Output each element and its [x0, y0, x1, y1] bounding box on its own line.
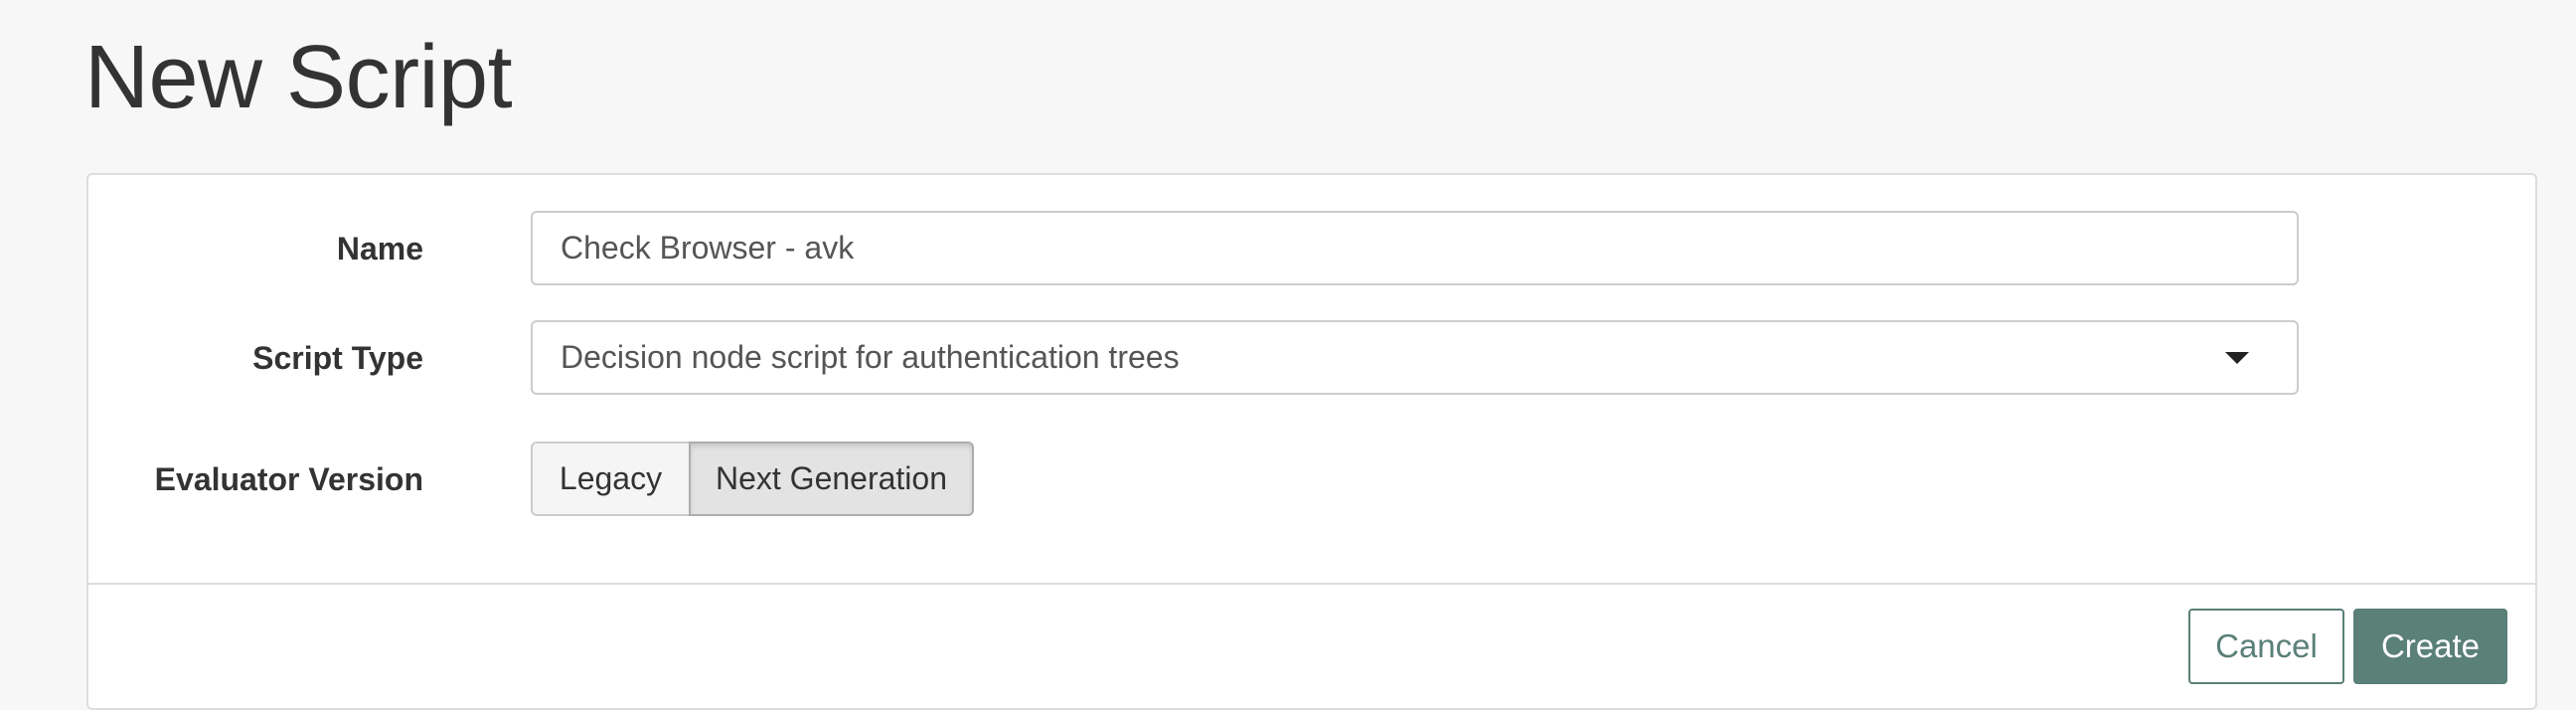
name-label: Name: [336, 231, 423, 266]
script-type-label: Script Type: [252, 340, 423, 376]
evaluator-legacy-button[interactable]: Legacy: [531, 442, 691, 516]
cancel-button[interactable]: Cancel: [2188, 609, 2344, 684]
evaluator-next-generation-button[interactable]: Next Generation: [689, 442, 974, 516]
name-input[interactable]: Check Browser - avk: [531, 211, 2299, 285]
create-button[interactable]: Create: [2353, 609, 2507, 684]
evaluator-version-toggle: Legacy Next Generation: [531, 442, 974, 516]
evaluator-version-label: Evaluator Version: [154, 461, 423, 497]
footer-divider: [88, 583, 2535, 585]
name-input-value: Check Browser - avk: [561, 230, 855, 266]
page-title: New Script: [84, 28, 513, 127]
script-form-panel: Name Check Browser - avk Script Type Dec…: [86, 173, 2537, 710]
script-type-selected-value: Decision node script for authentication …: [561, 339, 1180, 375]
script-type-select[interactable]: Decision node script for authentication …: [531, 320, 2299, 395]
caret-down-icon: [2225, 351, 2249, 364]
